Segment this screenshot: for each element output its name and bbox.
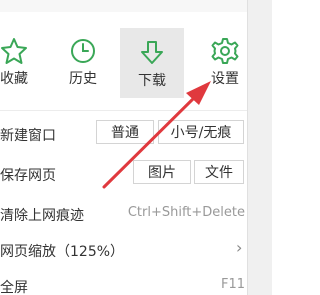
new-incognito-window-button[interactable]: 小号/无痕 bbox=[158, 120, 244, 144]
favorites-label: 收藏 bbox=[0, 71, 28, 87]
menu-top-strip bbox=[0, 0, 247, 12]
new-normal-window-button[interactable]: 普通 bbox=[96, 120, 154, 144]
menu-toolbar: 收藏 历史 下载 设置 bbox=[0, 12, 247, 98]
history-button[interactable]: 历史 bbox=[51, 26, 115, 96]
chevron-right-icon: › bbox=[236, 238, 243, 257]
clear-traces-label: 清除上网痕迹 bbox=[0, 208, 84, 224]
star-icon bbox=[1, 38, 27, 64]
favorites-button[interactable]: 收藏 bbox=[0, 26, 46, 96]
save-page-label: 保存网页 bbox=[0, 168, 56, 184]
new-window-label: 新建窗口 bbox=[0, 128, 56, 144]
settings-button[interactable]: 设置 bbox=[193, 26, 257, 96]
gear-icon bbox=[211, 38, 239, 64]
fullscreen-shortcut: F11 bbox=[220, 277, 245, 292]
history-label: 历史 bbox=[69, 71, 97, 87]
fullscreen-label: 全屏 bbox=[0, 280, 28, 295]
zoom-item[interactable]: 网页缩放（125%） › bbox=[0, 232, 247, 268]
clear-traces-item[interactable]: 清除上网痕迹 Ctrl+Shift+Delete bbox=[0, 196, 247, 232]
save-as-file-button[interactable]: 文件 bbox=[194, 160, 244, 184]
download-arrow-icon bbox=[141, 41, 163, 64]
save-as-image-button[interactable]: 图片 bbox=[133, 160, 191, 184]
clear-traces-shortcut: Ctrl+Shift+Delete bbox=[127, 205, 245, 220]
download-label: 下载 bbox=[138, 73, 166, 89]
fullscreen-item[interactable]: 全屏 F11 bbox=[0, 268, 247, 295]
download-button[interactable]: 下载 bbox=[120, 28, 184, 98]
browser-menu-panel: 收藏 历史 下载 设置 新建窗口 普通 小号/无痕 保存网页 图片 文件 清除上… bbox=[0, 0, 272, 295]
divider bbox=[0, 110, 247, 111]
save-page-row: 保存网页 图片 文件 bbox=[0, 156, 247, 192]
new-window-row: 新建窗口 普通 小号/无痕 bbox=[0, 116, 247, 152]
zoom-label: 网页缩放（125%） bbox=[0, 244, 125, 260]
clock-icon bbox=[71, 39, 95, 63]
settings-label: 设置 bbox=[211, 71, 239, 87]
